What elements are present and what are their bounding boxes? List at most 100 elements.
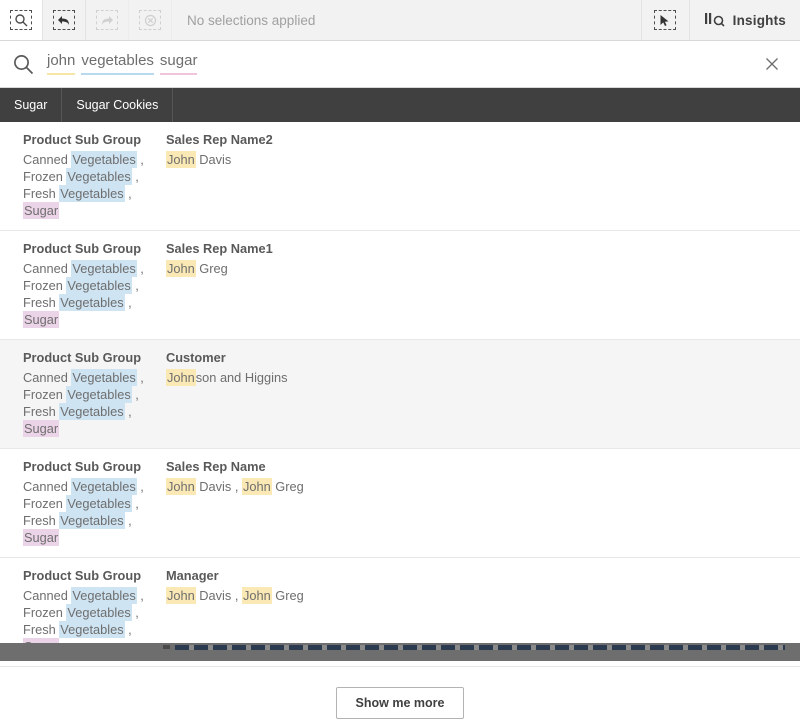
result-value-line: Frozen Vegetables , xyxy=(23,604,163,621)
bottom-scroll-indicator[interactable] xyxy=(0,643,800,661)
result-field-left[interactable]: Product Sub Group Canned Vegetables , Froz… xyxy=(0,131,163,219)
match-highlight: Vegetables xyxy=(59,403,124,420)
match-highlight: John xyxy=(166,587,196,604)
match-highlight: Vegetables xyxy=(59,185,124,202)
result-field-left[interactable]: Product Sub GroupCanned Vegetables ,Froz… xyxy=(0,349,163,437)
result-field-title: Customer xyxy=(166,349,800,366)
lasso-cursor-icon xyxy=(654,10,676,30)
result-row[interactable]: Product Sub GroupCanned Vegetables ,Froz… xyxy=(0,231,800,340)
search-bar[interactable]: johnvegetablessugar xyxy=(0,41,800,88)
result-row[interactable]: Product Sub GroupCanned Vegetables ,Froz… xyxy=(0,340,800,449)
result-field-right[interactable]: Sales Rep Name2John Davis xyxy=(163,131,800,219)
result-field-title: Sales Rep Name1 xyxy=(166,240,800,257)
result-value-line: Frozen Vegetables , xyxy=(23,386,163,403)
value-text: Frozen xyxy=(23,605,66,620)
match-highlight: Vegetables xyxy=(71,587,136,604)
match-highlight: John xyxy=(242,478,272,495)
value-text: , xyxy=(137,588,144,603)
step-back-button[interactable] xyxy=(43,0,86,40)
value-text: Canned xyxy=(23,479,71,494)
value-text: Frozen xyxy=(23,387,66,402)
clear-search-button[interactable] xyxy=(744,57,800,71)
result-value-line: Fresh Vegetables , xyxy=(23,621,163,638)
value-text: , xyxy=(137,261,144,276)
result-tab[interactable]: Sugar xyxy=(0,88,62,122)
scroll-dashes xyxy=(175,645,785,650)
value-text: Fresh xyxy=(23,513,59,528)
result-value-line: Canned Vegetables , xyxy=(23,587,163,604)
scroll-stub xyxy=(163,645,170,649)
value-text: Davis , xyxy=(196,588,242,603)
result-field-title: Product Sub Group xyxy=(23,240,163,257)
result-value-line: John Davis , John Greg xyxy=(166,478,800,495)
clear-selections-icon xyxy=(139,10,161,30)
value-text: , xyxy=(132,169,139,184)
value-text: Frozen xyxy=(23,169,66,184)
value-text: Fresh xyxy=(23,186,59,201)
result-row[interactable]: Product Sub Group Canned Vegetables , Froz… xyxy=(0,122,800,231)
result-field-right[interactable]: Sales Rep Name1 John Greg xyxy=(163,240,800,328)
value-text: , xyxy=(137,152,144,167)
step-forward-button[interactable] xyxy=(86,0,129,40)
result-field-left[interactable]: Product Sub Group Canned Vegetables ,Froz… xyxy=(0,567,163,655)
insights-label: Insights xyxy=(733,13,786,28)
result-field-left[interactable]: Product Sub GroupCanned Vegetables ,Froz… xyxy=(0,240,163,328)
value-text: , xyxy=(132,605,139,620)
value-text: , xyxy=(132,496,139,511)
value-text: Fresh xyxy=(23,622,59,637)
search-term: john xyxy=(47,53,75,75)
result-value-line: Fresh Vegetables , xyxy=(23,512,163,529)
value-text: Canned xyxy=(23,370,71,385)
show-me-more-button[interactable]: Show me more xyxy=(336,687,465,719)
clear-all-selections-button[interactable] xyxy=(129,0,172,40)
result-row[interactable]: Product Sub GroupCanned Vegetables ,Froz… xyxy=(0,449,800,558)
selections-tool-button[interactable] xyxy=(0,0,43,40)
result-tab[interactable]: Sugar Cookies xyxy=(62,88,173,122)
value-text: Frozen xyxy=(23,496,66,511)
match-highlight: Vegetables xyxy=(66,168,131,185)
tabbar-filler xyxy=(173,88,800,122)
search-result-tabs: SugarSugar Cookies xyxy=(0,88,800,122)
undo-arrow-icon xyxy=(53,10,75,30)
match-highlight: Sugar xyxy=(23,202,59,219)
match-highlight: Vegetables xyxy=(66,604,131,621)
result-field-title: Product Sub Group xyxy=(23,131,163,148)
search-input[interactable]: johnvegetablessugar xyxy=(47,53,744,75)
match-highlight: Vegetables xyxy=(66,386,131,403)
insight-advisor-icon xyxy=(704,11,726,30)
result-value-line: Fresh Vegetables , xyxy=(23,403,163,420)
value-text: , xyxy=(125,186,132,201)
result-value-line: Fresh Vegetables , xyxy=(23,185,163,202)
search-term: vegetables xyxy=(81,53,154,75)
value-text: Greg xyxy=(272,479,304,494)
match-highlight: John xyxy=(242,587,272,604)
result-field-right[interactable]: ManagerJohn Davis , John Greg xyxy=(163,567,800,655)
result-value-line: Sugar xyxy=(23,420,163,437)
value-text: , xyxy=(125,404,132,419)
result-value-line: Frozen Vegetables , xyxy=(23,495,163,512)
value-text: Canned xyxy=(23,152,71,167)
result-field-left[interactable]: Product Sub GroupCanned Vegetables ,Froz… xyxy=(0,458,163,546)
result-field-title: Product Sub Group xyxy=(23,458,163,475)
insights-button[interactable]: Insights xyxy=(690,0,800,40)
result-field-title: Sales Rep Name xyxy=(166,458,800,475)
result-value-line: John Davis , John Greg xyxy=(166,587,800,604)
value-text: , xyxy=(132,387,139,402)
selection-mode-button[interactable] xyxy=(642,0,690,40)
match-highlight: John xyxy=(166,260,196,277)
match-highlight: John xyxy=(166,478,196,495)
result-field-right[interactable]: CustomerJohnson and Higgins xyxy=(163,349,800,437)
match-highlight: Vegetables xyxy=(59,294,124,311)
value-text: Davis xyxy=(196,152,232,167)
value-text: son and Higgins xyxy=(196,370,288,385)
value-text: , xyxy=(132,278,139,293)
match-highlight: Sugar xyxy=(23,420,59,437)
value-text: Greg xyxy=(196,261,228,276)
redo-arrow-icon xyxy=(96,10,118,30)
result-field-title: Product Sub Group xyxy=(23,567,163,584)
result-value-line: Sugar xyxy=(23,202,163,219)
match-highlight: Vegetables xyxy=(71,260,136,277)
value-text: Canned xyxy=(23,261,71,276)
result-field-right[interactable]: Sales Rep Name John Davis , John Greg xyxy=(163,458,800,546)
value-text: , xyxy=(125,295,132,310)
